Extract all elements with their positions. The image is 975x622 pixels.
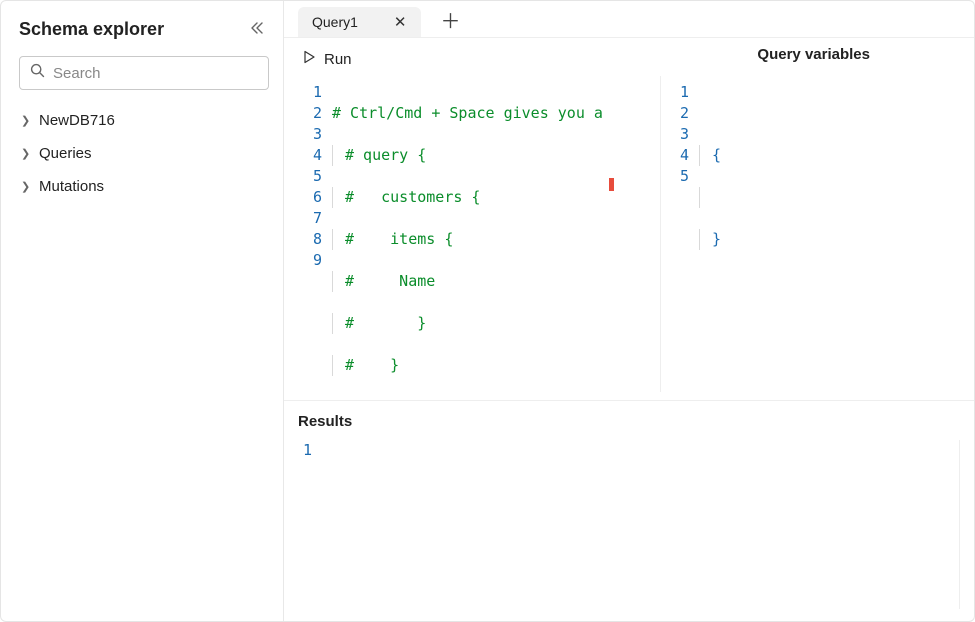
sidebar-item-mutations[interactable]: ❯ Mutations	[19, 170, 269, 203]
plus-icon: ＋	[441, 11, 461, 33]
query-variables-title: Query variables	[757, 46, 960, 63]
chevron-right-icon: ❯	[21, 147, 31, 160]
code-line: # Name	[345, 272, 435, 290]
results-body[interactable]	[322, 440, 960, 609]
sidebar-header: Schema explorer	[19, 19, 269, 40]
sidebar-item-newdb716[interactable]: ❯ NewDB716	[19, 104, 269, 137]
play-icon	[302, 50, 316, 68]
run-button[interactable]: Run	[298, 46, 356, 72]
results-editor[interactable]: 1	[298, 440, 960, 609]
tab-label: Query1	[312, 14, 358, 30]
search-input[interactable]	[53, 65, 258, 82]
code-line: # }	[345, 314, 426, 332]
new-tab-button[interactable]: ＋	[433, 8, 469, 36]
search-icon	[30, 63, 45, 83]
chevron-right-icon: ❯	[21, 114, 31, 127]
results-panel: Results 1	[284, 401, 974, 621]
close-icon[interactable]: ✕	[394, 13, 407, 31]
tab-query1[interactable]: Query1 ✕	[298, 7, 421, 37]
sidebar-title: Schema explorer	[19, 19, 164, 40]
run-label: Run	[324, 51, 352, 68]
query-editor-code[interactable]: # Ctrl/Cmd + Space gives you a # query {…	[332, 76, 603, 392]
query-editor[interactable]: 123456789 # Ctrl/Cmd + Space gives you a…	[298, 76, 654, 392]
chevron-right-icon: ❯	[21, 180, 31, 193]
variables-editor[interactable]: 12345 { }	[660, 76, 960, 392]
code-line: # items {	[345, 230, 453, 248]
cursor-indicator	[609, 178, 614, 191]
query-editor-gutter: 123456789	[298, 76, 332, 392]
code-line: # customers {	[345, 188, 480, 206]
app-root: Schema explorer ❯ NewDB716 ❯ Queries ❯ M…	[0, 0, 975, 622]
main-panel: Query1 ✕ ＋ Run Query variables	[284, 1, 974, 621]
sidebar-item-label: Queries	[39, 145, 92, 162]
sidebar-item-queries[interactable]: ❯ Queries	[19, 137, 269, 170]
search-box[interactable]	[19, 56, 269, 90]
sidebar-item-label: Mutations	[39, 178, 104, 195]
code-line: }	[712, 230, 721, 248]
code-line: # }	[345, 356, 399, 374]
code-line: # query {	[345, 146, 426, 164]
code-line: {	[712, 146, 721, 164]
editors-container: 123456789 # Ctrl/Cmd + Space gives you a…	[284, 76, 974, 401]
toolbar: Run Query variables	[284, 38, 974, 76]
schema-explorer-sidebar: Schema explorer ❯ NewDB716 ❯ Queries ❯ M…	[1, 1, 284, 621]
sidebar-item-label: NewDB716	[39, 112, 115, 129]
line-number: 1	[302, 440, 312, 461]
variables-editor-gutter: 12345	[665, 76, 699, 392]
tab-bar: Query1 ✕ ＋	[284, 1, 974, 38]
results-title: Results	[298, 413, 960, 430]
results-gutter: 1	[298, 440, 322, 609]
variables-editor-code[interactable]: { }	[699, 76, 771, 392]
code-line: # Ctrl/Cmd + Space gives you a	[332, 104, 603, 122]
collapse-icon[interactable]	[245, 19, 269, 40]
